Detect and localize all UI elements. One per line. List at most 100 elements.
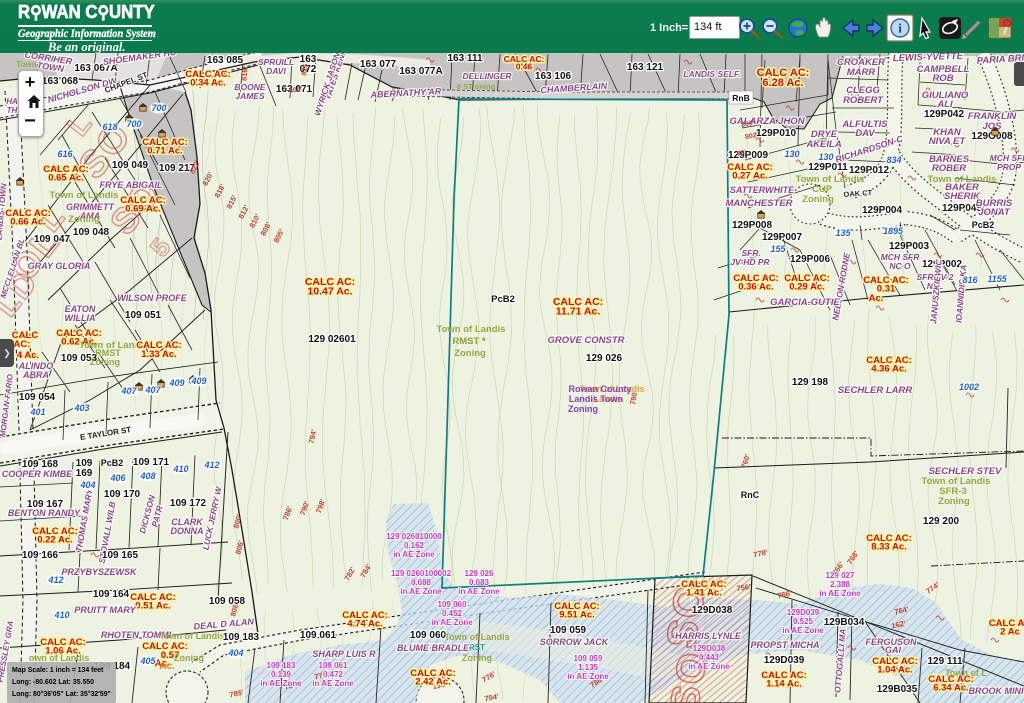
svg-text:GROVE CONSTR: GROVE CONSTR — [547, 335, 624, 346]
svg-text:MARR: MARR — [847, 67, 876, 78]
svg-text:Town of Landis: Town of Landis — [437, 324, 506, 335]
svg-text:1155: 1155 — [987, 274, 1007, 284]
svg-text:0.46: 0.46 — [516, 62, 533, 72]
svg-text:163 106: 163 106 — [535, 71, 572, 82]
svg-text:129P007: 129P007 — [762, 232, 802, 243]
svg-text:129 026: 129 026 — [586, 353, 623, 364]
svg-text:1.135: 1.135 — [578, 663, 599, 672]
svg-text:WILLIA: WILLIA — [65, 313, 96, 323]
svg-text:Ac.: Ac. — [869, 293, 884, 304]
svg-text:0.66 Ac.: 0.66 Ac. — [10, 217, 46, 228]
svg-text:407: 407 — [144, 385, 161, 395]
svg-text:Ac.: Ac. — [159, 661, 175, 672]
svg-text:0.443: 0.443 — [699, 653, 720, 662]
svg-text:ROB: ROB — [932, 73, 953, 84]
svg-text:816: 816 — [962, 275, 978, 285]
svg-text:816': 816' — [239, 66, 249, 81]
svg-text:PROPST MICHA: PROPST MICHA — [750, 640, 819, 650]
svg-text:AKEILA: AKEILA — [805, 139, 842, 150]
svg-text:109 165: 109 165 — [102, 550, 139, 561]
svg-text:HA: HA — [6, 97, 18, 106]
svg-text:2.388: 2.388 — [830, 580, 851, 589]
svg-text:i: i — [898, 21, 902, 36]
svg-text:130: 130 — [784, 149, 799, 159]
svg-text:155: 155 — [770, 244, 786, 254]
svg-text:0.452: 0.452 — [442, 609, 463, 618]
svg-text:9.51 Ac.: 9.51 Ac. — [559, 610, 595, 621]
svg-text:0.525: 0.525 — [793, 617, 814, 626]
svg-text:1002: 1002 — [959, 382, 979, 392]
svg-text:NIVA ET: NIVA ET — [929, 136, 967, 147]
svg-text:0.51 Ac.: 0.51 Ac. — [135, 601, 171, 612]
svg-text:NC O: NC O — [889, 261, 911, 271]
svg-text:0.472: 0.472 — [323, 670, 344, 679]
svg-text:JONAT: JONAT — [978, 207, 1011, 218]
svg-text:0.162: 0.162 — [404, 541, 425, 550]
svg-text:PRUITT MARY: PRUITT MARY — [74, 605, 136, 615]
svg-text:109 060: 109 060 — [410, 630, 447, 641]
svg-text:in AE Zone: in AE Zone — [567, 672, 609, 681]
svg-text:1895: 1895 — [883, 226, 904, 236]
svg-text:Town of Landis: Town of Landis — [444, 632, 509, 642]
svg-text:in AE Zone: in AE Zone — [688, 662, 730, 671]
svg-text:GARCIA-GUTIE: GARCIA-GUTIE — [770, 297, 840, 308]
svg-text:Town of L: Town of L — [945, 668, 987, 678]
svg-text:409: 409 — [168, 378, 184, 388]
svg-text:in AE Zone: in AE Zone — [782, 626, 824, 635]
svg-text:700: 700 — [151, 103, 166, 113]
svg-text:129D039: 129D039 — [787, 608, 820, 617]
svg-text:AC:: AC: — [14, 339, 31, 350]
svg-text:403: 403 — [73, 403, 89, 413]
svg-text:DELLINGER: DELLINGER — [462, 71, 512, 81]
svg-text:2.42 Ac.: 2.42 Ac. — [415, 677, 451, 688]
svg-text:RnB: RnB — [732, 93, 749, 103]
svg-text:8.33 Ac.: 8.33 Ac. — [871, 542, 907, 553]
svg-text:109 051: 109 051 — [125, 310, 162, 321]
svg-text:404: 404 — [79, 480, 95, 490]
svg-text:Zoning: Zoning — [174, 653, 204, 663]
svg-text:129 111: 129 111 — [927, 656, 962, 667]
svg-text:163 085: 163 085 — [207, 55, 244, 66]
svg-text:RST: RST — [469, 643, 485, 652]
svg-text:163 068: 163 068 — [42, 76, 79, 87]
svg-text:409: 409 — [190, 376, 206, 386]
svg-text:129 027: 129 027 — [826, 571, 855, 580]
svg-text:405: 405 — [139, 656, 156, 666]
svg-text:BLUME BRADLE: BLUME BRADLE — [397, 643, 470, 653]
svg-text:129P010: 129P010 — [756, 128, 796, 139]
svg-text:616: 616 — [57, 149, 73, 159]
svg-text:in AE Zone: in AE Zone — [819, 589, 861, 598]
svg-text:129P042: 129P042 — [924, 109, 964, 120]
svg-text:0.088: 0.088 — [411, 578, 432, 587]
svg-text:PcB2: PcB2 — [101, 458, 124, 468]
svg-text:410: 410 — [172, 464, 188, 474]
svg-text:0.65 Ac.: 0.65 Ac. — [48, 173, 84, 184]
svg-text:HARRIS LYNLE: HARRIS LYNLE — [675, 631, 742, 641]
svg-text:163 077: 163 077 — [360, 59, 397, 70]
svg-text:109 061: 109 061 — [300, 630, 337, 641]
svg-text:109 060: 109 060 — [438, 600, 467, 609]
svg-text:129 200: 129 200 — [923, 516, 960, 527]
svg-text:412: 412 — [47, 575, 63, 585]
svg-text:ABRA: ABRA — [22, 370, 49, 380]
svg-text:SORROW JACK: SORROW JACK — [540, 637, 610, 647]
svg-text:0.083: 0.083 — [469, 578, 490, 587]
svg-text:129 02601: 129 02601 — [308, 334, 356, 345]
svg-text:SHARP LUIS R: SHARP LUIS R — [312, 649, 376, 659]
svg-text:Zoning: Zoning — [462, 653, 492, 663]
svg-text:109 170: 109 170 — [104, 489, 141, 500]
svg-text:4 Ac.: 4 Ac. — [17, 350, 39, 361]
svg-text:407: 407 — [120, 386, 137, 396]
svg-text:Town of Landis: Town of Landis — [50, 190, 119, 201]
svg-text:129P009: 129P009 — [728, 150, 768, 161]
svg-text:in AE Zone: in AE Zone — [400, 587, 442, 596]
svg-text:WILSON PROFE: WILSON PROFE — [117, 293, 187, 303]
svg-text:in AE Zone: in AE Zone — [393, 550, 435, 559]
svg-text:BENTON RANDY: BENTON RANDY — [8, 508, 81, 518]
svg-text:ROBER: ROBER — [932, 163, 966, 174]
svg-text:1.14 Ac.: 1.14 Ac. — [766, 679, 802, 690]
svg-text:Zoning: Zoning — [454, 348, 486, 359]
svg-text:109 183: 109 183 — [267, 661, 296, 670]
svg-text:in AE Zone: in AE Zone — [260, 679, 302, 688]
svg-text:109 049: 109 049 — [112, 160, 149, 171]
